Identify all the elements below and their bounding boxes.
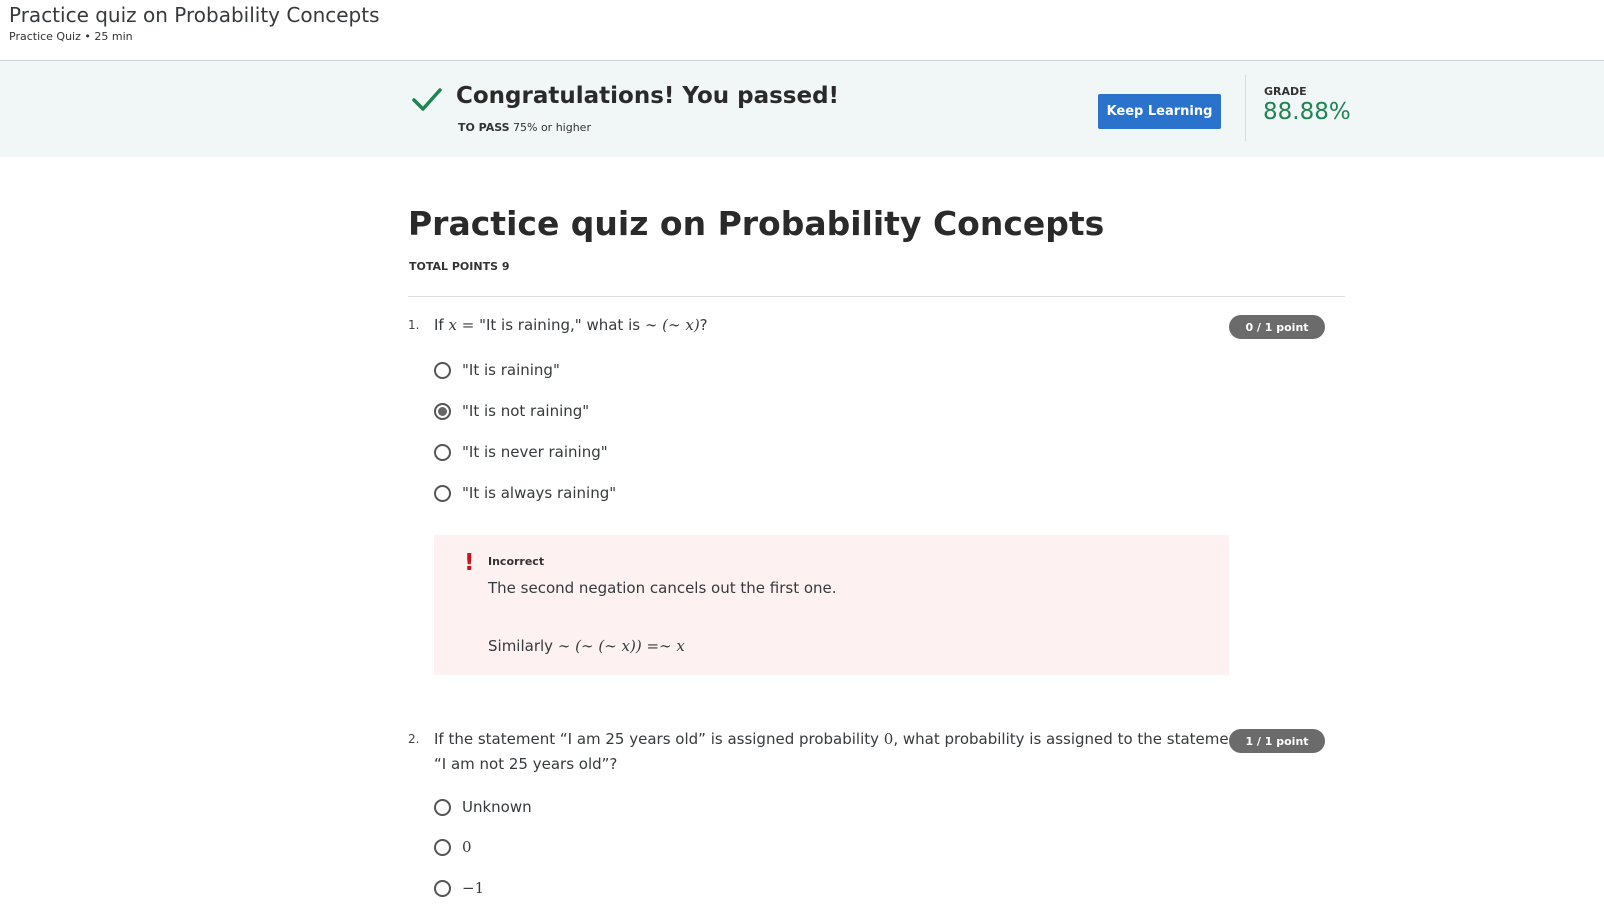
points-badge: 0 / 1 point (1229, 315, 1325, 339)
question-text-part: , what probability is assigned to the st… (893, 730, 1245, 748)
answer-option-label: Unknown (462, 798, 532, 816)
grade-label: GRADE (1264, 85, 1307, 98)
radio-button[interactable] (434, 879, 451, 897)
question-text: If the statement “I am 25 years old” is … (434, 730, 1244, 748)
question-text-part: ? (699, 316, 708, 334)
answer-option-label: "It is not raining" (462, 402, 590, 420)
result-banner: Congratulations! You passed! TO PASS 75%… (0, 61, 1604, 157)
feedback-text-part: Similarly (488, 637, 558, 655)
answer-option-label: "It is always raining" (462, 484, 617, 502)
pass-message: Congratulations! You passed! (456, 83, 840, 109)
answer-option[interactable]: "It is always raining" (434, 481, 616, 505)
question-text-part: If the statement “I am 25 years old” is … (434, 730, 884, 748)
question-text-line2: “I am not 25 years old”? (434, 755, 618, 773)
answer-option-label: "It is raining" (462, 361, 560, 379)
radio-button[interactable] (434, 443, 451, 461)
answer-option-label: "It is never raining" (462, 443, 608, 461)
answer-option[interactable]: Unknown (434, 795, 532, 819)
total-points: TOTAL POINTS 9 (409, 260, 510, 273)
math-expression: = (456, 316, 480, 334)
question-text-part: If (434, 316, 449, 334)
keep-learning-button[interactable]: Keep Learning (1098, 94, 1221, 129)
feedback-text: The second negation cancels out the firs… (488, 579, 837, 597)
feedback-status: Incorrect (488, 555, 545, 568)
page-header-subtitle: Practice Quiz • 25 min (9, 30, 133, 43)
question-number: 1. (408, 318, 420, 332)
answer-option[interactable]: "It is raining" (434, 358, 560, 382)
answer-option-label: 0 (462, 838, 472, 856)
question-text-part: "It is raining," what is (479, 316, 645, 334)
check-icon (412, 88, 442, 111)
radio-button-selected[interactable] (434, 402, 451, 420)
math-expression: ∼ (∼ (∼ x)) =∼ x (557, 637, 685, 655)
question-number: 2. (408, 732, 420, 746)
math-expression: 0 (883, 730, 894, 748)
answer-option[interactable]: "It is not raining" (434, 399, 589, 423)
answer-option[interactable]: 0 (434, 835, 472, 859)
math-expression: x (448, 316, 457, 334)
quiz-title: Practice quiz on Probability Concepts (408, 204, 1105, 243)
points-badge: 1 / 1 point (1229, 729, 1325, 753)
radio-button[interactable] (434, 798, 451, 816)
grade-value: 88.88% (1263, 99, 1351, 125)
answer-option-label: −1 (462, 879, 485, 897)
answer-option[interactable]: −1 (434, 876, 484, 900)
question-text: If x = "It is raining," what is ∼ (∼ x)? (434, 316, 708, 334)
banner-divider (1245, 75, 1246, 141)
radio-button[interactable] (434, 838, 451, 856)
exclamation-icon: ! (464, 550, 475, 576)
to-pass-value: 75% or higher (513, 121, 591, 134)
radio-button[interactable] (434, 484, 451, 502)
feedback-panel: ! Incorrect The second negation cancels … (434, 535, 1229, 675)
radio-button[interactable] (434, 361, 451, 379)
to-pass-label: TO PASS (458, 121, 510, 134)
math-expression: ∼ (∼ x) (644, 316, 700, 334)
divider (408, 296, 1345, 297)
page-header: Practice quiz on Probability Concepts Pr… (0, 0, 1604, 61)
page-header-title: Practice quiz on Probability Concepts (9, 3, 380, 27)
answer-option[interactable]: "It is never raining" (434, 440, 608, 464)
feedback-text: Similarly ∼ (∼ (∼ x)) =∼ x (488, 637, 685, 655)
